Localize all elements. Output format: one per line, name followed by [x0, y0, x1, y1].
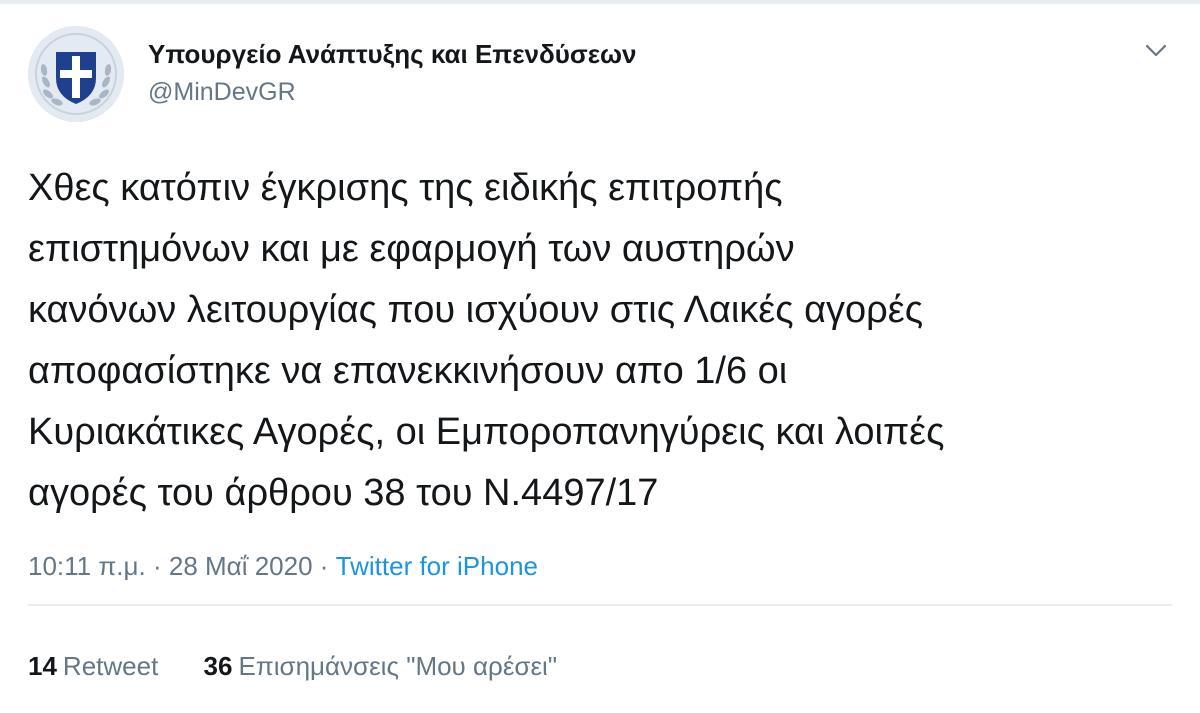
- tweet-source-link[interactable]: Twitter for iPhone: [336, 551, 538, 581]
- tweet-time[interactable]: 10:11 π.μ.: [28, 551, 146, 581]
- greek-cross-emblem-icon: [28, 26, 124, 122]
- likes-stat[interactable]: 36 Επισημάνσεις "Μου αρέσει": [204, 648, 558, 684]
- user-handle[interactable]: @MinDevGR: [148, 76, 636, 108]
- avatar[interactable]: [28, 26, 124, 122]
- meta-divider: [28, 604, 1172, 606]
- display-name[interactable]: Υπουργείο Ανάπτυξης και Επενδύσεων: [148, 38, 636, 70]
- meta-separator: ·: [152, 551, 169, 581]
- likes-count: 36: [203, 651, 233, 681]
- tweet-meta: 10:11 π.μ. · 28 Μαΐ 2020 · Twitter for i…: [28, 548, 538, 584]
- tweet-text: Χθες κατόπιν έγκρισης της ειδικής επιτρο…: [28, 167, 945, 514]
- author-names: Υπουργείο Ανάπτυξης και Επενδύσεων @MinD…: [148, 38, 636, 108]
- retweets-label: Retweet: [62, 651, 159, 681]
- chevron-down-icon[interactable]: [1140, 34, 1172, 66]
- likes-label: Επισημάνσεις "Μου αρέσει": [238, 651, 558, 681]
- retweets-count: 14: [28, 651, 57, 681]
- top-divider: [0, 0, 1200, 4]
- meta-separator: ·: [319, 551, 336, 581]
- tweet-stats: 14 Retweet 36 Επισημάνσεις "Μου αρέσει": [28, 648, 557, 684]
- retweets-stat[interactable]: 14 Retweet: [28, 648, 158, 684]
- tweet-date[interactable]: 28 Μαΐ 2020: [169, 551, 313, 581]
- tweet-card: Υπουργείο Ανάπτυξης και Επενδύσεων @MinD…: [0, 0, 1200, 713]
- tweet-header: Υπουργείο Ανάπτυξης και Επενδύσεων @MinD…: [28, 26, 1172, 126]
